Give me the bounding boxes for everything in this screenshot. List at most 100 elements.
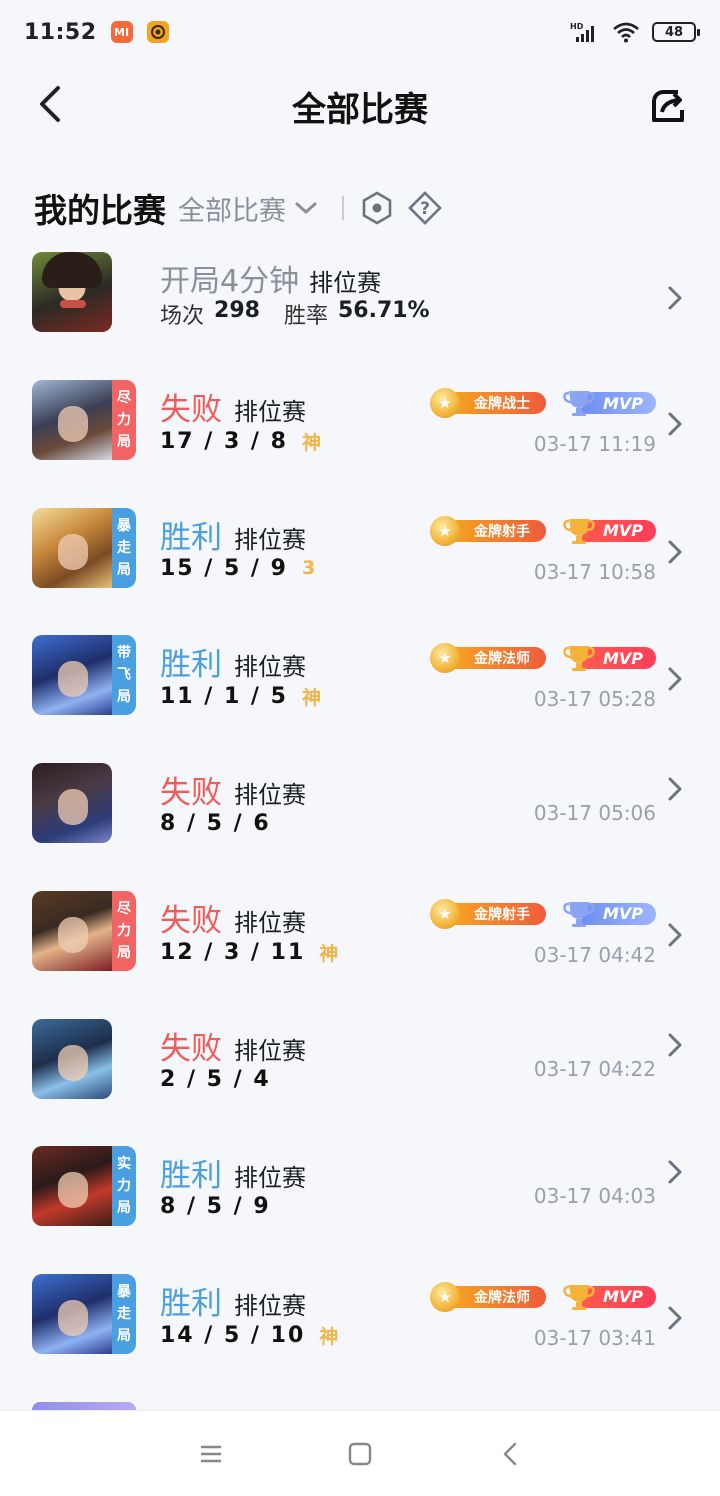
match-row[interactable]: 尽力局 失败 排位赛 17 / 3 / 8神 ★ 金牌战士 MVP 03-17 … <box>32 380 688 462</box>
match-row[interactable]: 暴走局 胜利 排位赛 14 / 5 / 10 神 ★ 金牌法师 MVP 03-1… <box>32 1273 688 1356</box>
performance-tag-char: 暴 <box>117 1283 131 1300</box>
performance-tag-char: 尽 <box>117 900 131 917</box>
hero-avatar <box>32 1273 112 1354</box>
winrate-label: 胜率 <box>283 304 328 329</box>
hexagon-icon[interactable] <box>360 191 394 225</box>
status-time: 11:52 <box>24 19 97 45</box>
match-row[interactable]: 带飞局 胜利 排位赛 11 / 1 / 5神 ★ 金牌法师 MVP 03-17 … <box>32 635 688 717</box>
battery-indicator: 48 <box>652 22 700 42</box>
match-result: 胜利 排位赛 <box>160 639 306 684</box>
mode-text: 排位赛 <box>234 781 306 810</box>
trophy-icon <box>563 391 595 416</box>
result-text: 失败 <box>160 392 222 428</box>
match-time: 03-17 05:06 <box>533 801 656 826</box>
performance-tag-char: 飞 <box>117 667 131 684</box>
filter-value: 全部比赛 <box>178 195 286 227</box>
back-nav-icon[interactable] <box>498 1441 524 1467</box>
match-time: 03-17 05:28 <box>533 687 656 712</box>
page-title: 全部比赛 <box>292 90 428 130</box>
menu-icon[interactable] <box>198 1441 224 1467</box>
kda: 8 / 5 / 9 <box>160 1194 271 1219</box>
performance-tag-char: 走 <box>117 539 131 556</box>
performance-tag-char: 力 <box>117 1178 131 1195</box>
match-row[interactable]: 失败 排位赛 8 / 5 / 6 03-17 05:06 <box>32 763 688 845</box>
gold-medal-badge: ★ 金牌法师 <box>430 643 548 674</box>
kda: 14 / 5 / 10 神 <box>160 1322 338 1349</box>
honor-badges: ★ 金牌射手 MVP <box>430 515 656 546</box>
svg-text:HD: HD <box>570 22 584 31</box>
match-row[interactable]: 暴走局 胜利 排位赛 15 / 5 / 93 ★ 金牌射手 MVP 03-17 … <box>32 507 688 590</box>
honor-badges: ★ 金牌射手 MVP <box>430 898 656 929</box>
kda-badge: 神 <box>301 432 321 454</box>
chevron-right-icon <box>668 540 682 564</box>
question-diamond-icon[interactable]: ? <box>408 191 442 225</box>
chevron-down-icon <box>295 202 317 214</box>
winrate-value: 56.71% <box>337 298 430 323</box>
mvp-badge: MVP <box>562 516 656 546</box>
status-bar: 11:52 MI HD 48 <box>0 0 720 64</box>
performance-tag-char: 局 <box>117 944 131 961</box>
kda: 15 / 5 / 9 3 <box>160 556 315 581</box>
performance-tag-char: 局 <box>117 689 131 706</box>
performance-tag: 带飞局 <box>112 635 136 716</box>
hero-avatar <box>32 1146 112 1227</box>
gold-medal-badge: ★ 金牌射手 <box>430 898 548 929</box>
performance-tag-char: 走 <box>117 1305 131 1322</box>
performance-tag: 暴走局 <box>112 1273 136 1354</box>
gold-badge-label: 金牌战士 <box>448 392 546 414</box>
kda-value: 15 / 5 / 9 <box>160 555 288 581</box>
home-icon[interactable] <box>347 1441 373 1467</box>
system-nav-bar <box>0 1410 720 1496</box>
star-medal-icon: ★ <box>430 388 460 418</box>
hero-avatar <box>32 380 112 460</box>
match-time: 03-17 04:03 <box>533 1184 656 1209</box>
mode-text: 排位赛 <box>234 1164 306 1193</box>
mvp-badge: MVP <box>562 1282 656 1312</box>
result-text: 胜利 <box>160 1158 222 1195</box>
gold-medal-badge: ★ 金牌战士 <box>430 388 548 418</box>
honor-badges: ★ 金牌战士 MVP <box>430 388 656 418</box>
kda-value: 12 / 3 / 11 <box>160 939 306 965</box>
kda: 17 / 3 / 8 神 <box>160 428 321 455</box>
result-text: 失败 <box>160 902 222 939</box>
hero-avatar <box>32 507 112 588</box>
chevron-right-icon <box>668 667 682 691</box>
match-filter-select[interactable]: 全部比赛 <box>178 189 318 228</box>
mode-text: 排位赛 <box>234 525 306 554</box>
match-time: 03-17 03:41 <box>533 1325 656 1350</box>
wifi-icon <box>613 22 639 43</box>
chevron-right-icon <box>668 1033 682 1056</box>
match-row[interactable]: 尽力局 失败 排位赛 12 / 3 / 11 神 ★ 金牌射手 MVP 03-1… <box>32 890 688 973</box>
performance-tag-char: 局 <box>117 1327 131 1344</box>
kda-value: 2 / 5 / 4 <box>160 1066 271 1092</box>
match-row[interactable]: 失败 排位赛 2 / 5 / 4 03-17 04:22 <box>32 1018 688 1101</box>
match-time: 03-17 04:42 <box>533 942 656 967</box>
chevron-right-icon <box>668 1306 682 1330</box>
chevron-right-icon <box>668 1160 682 1184</box>
mi-app-icon: MI <box>110 21 133 43</box>
kda-value: 11 / 1 / 5 <box>160 684 288 710</box>
chevron-right-icon <box>668 923 682 947</box>
match-time: 03-17 11:19 <box>533 432 656 456</box>
mode-text: 排位赛 <box>234 908 306 937</box>
hero-summary-row[interactable]: 开局4分钟 排位赛 场次 298 胜率 56.71% <box>32 252 688 334</box>
trophy-icon <box>563 646 595 672</box>
games-label: 场次 <box>160 304 205 329</box>
trophy-icon <box>563 1284 595 1310</box>
match-row-partial[interactable] <box>32 1402 136 1410</box>
hero-avatar <box>32 890 112 971</box>
match-row[interactable]: 实力局 胜利 排位赛 8 / 5 / 9 03-17 04:03 <box>32 1146 688 1228</box>
gold-badge-label: 金牌法师 <box>448 1285 546 1308</box>
chevron-right-icon <box>668 412 682 436</box>
mvp-badge: MVP <box>562 388 656 418</box>
performance-tag-char: 力 <box>117 412 131 428</box>
match-result: 胜利 排位赛 <box>160 1150 306 1195</box>
performance-tag: 尽力局 <box>112 380 136 460</box>
mvp-badge: MVP <box>562 643 656 673</box>
share-icon[interactable] <box>648 86 688 126</box>
performance-tag: 暴走局 <box>112 507 136 588</box>
mode-text: 排位赛 <box>234 398 306 426</box>
star-medal-icon: ★ <box>430 515 460 546</box>
hero-avatar <box>32 763 112 844</box>
performance-tag-char: 暴 <box>117 517 131 534</box>
